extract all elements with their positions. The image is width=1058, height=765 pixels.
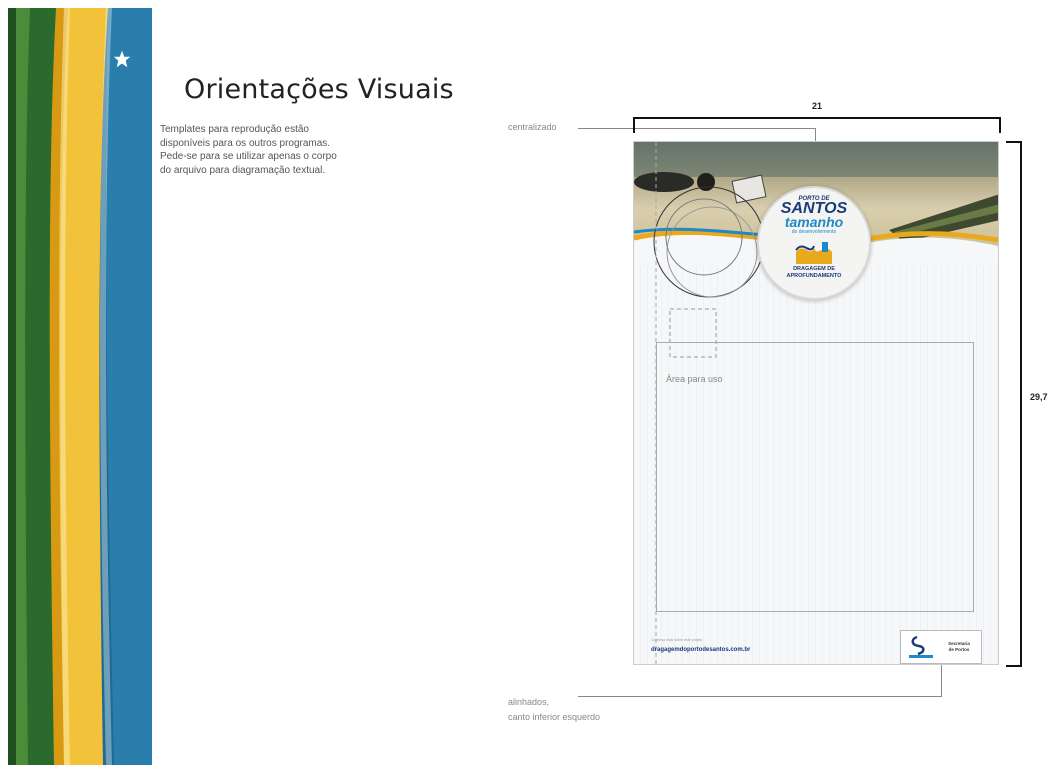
seal-line6: APROFUNDAMENTO [786, 273, 842, 279]
description-line: do arquivo para diagramação textual. [160, 164, 326, 176]
template-page: PORTO DE SANTOS tamanho do desenvolvimen… [633, 141, 999, 665]
description-line: Pede-se para se utilizar apenas o corpo [160, 151, 337, 162]
star-icon [113, 50, 131, 68]
ministry-label-line2: de Portos [948, 647, 970, 652]
seal-line5: DRAGAGEM DE [793, 266, 835, 272]
description: Templates para reprodução estão disponív… [160, 123, 400, 177]
aligned-leader-line [941, 660, 942, 696]
decorative-stripes [8, 8, 152, 765]
footer-caption: Conheça mais sobre este projeto [651, 638, 703, 642]
emblem-icon [794, 238, 834, 264]
page-title: Orientações Visuais [184, 74, 454, 105]
aligned-annotation-line2: canto inferior esquerdo [508, 712, 601, 722]
ministry-emblem-icon [909, 635, 933, 658]
footer-url: dragagemdoportodesantos.com.br [651, 647, 751, 653]
aligned-leader-line [578, 696, 942, 697]
description-line: Templates para reprodução estão [160, 124, 309, 135]
project-seal: PORTO DE SANTOS tamanho do desenvolvimen… [757, 186, 871, 300]
width-dimension: 21 [812, 101, 823, 111]
usage-area-label: Área para uso [666, 374, 723, 384]
centered-annotation: centralizado [508, 122, 557, 132]
aligned-annotation-line1: alinhados, [508, 697, 550, 707]
seal-line4: do desenvolvimento [791, 229, 837, 235]
height-bracket [1006, 141, 1022, 667]
ministry-label-line1: Secretaria [948, 641, 970, 646]
ministry-logo: Secretaria de Portos [900, 630, 982, 664]
width-bracket [633, 117, 1001, 133]
description-line: disponíveis para os outros programas. [160, 137, 331, 149]
height-dimension: 29,7 [1030, 392, 1048, 402]
seal-line3: tamanho [784, 214, 844, 230]
